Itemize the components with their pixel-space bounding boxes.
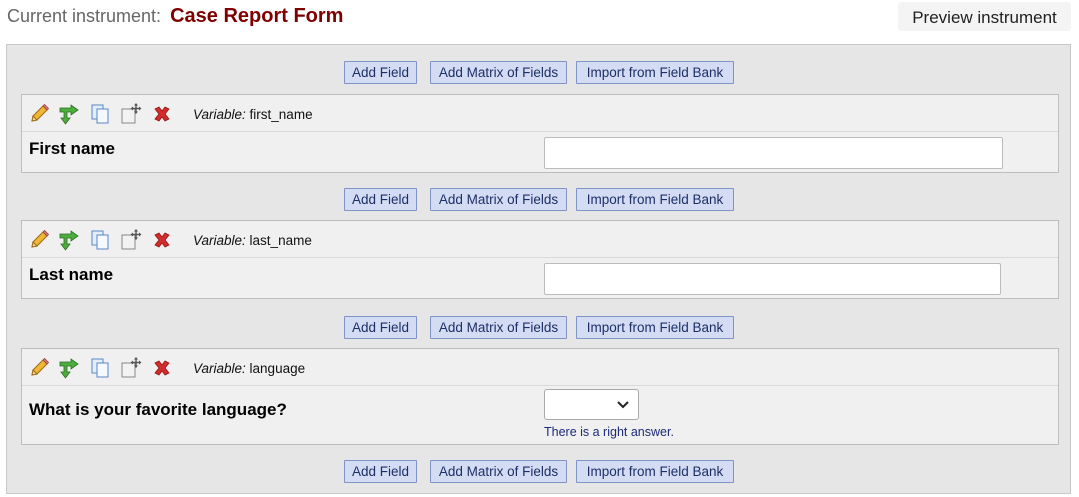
field-label: First name [29, 139, 115, 158]
add-field-bar: Add Field Add Matrix of Fields Import fr… [7, 188, 1070, 212]
field-label: Last name [29, 265, 114, 284]
variable-name: Variable: first_name [193, 107, 313, 122]
delete-x-icon[interactable] [151, 357, 173, 379]
header: Current instrument: Case Report Form Pre… [0, 0, 1079, 34]
field-row: Variable: language What is your favorite… [21, 348, 1059, 445]
import-field-bank-button[interactable]: Import from Field Bank [576, 188, 734, 211]
variable-prefix: Variable: [193, 233, 246, 248]
instrument-name: Case Report Form [170, 5, 344, 27]
variable-value: first_name [249, 107, 313, 122]
variable-name: Variable: last_name [193, 233, 312, 248]
field-toolbar: Variable: language [22, 349, 1058, 386]
copy-icon[interactable] [89, 103, 111, 125]
variable-name: Variable: language [193, 361, 305, 376]
preview-instrument-button[interactable]: Preview instrument [898, 2, 1071, 31]
last-name-input[interactable] [544, 263, 1001, 295]
move-icon[interactable] [120, 103, 142, 125]
branching-arrow-icon[interactable] [58, 103, 80, 125]
chevron-down-icon [617, 401, 629, 409]
language-select[interactable] [544, 389, 639, 420]
branching-arrow-icon[interactable] [58, 357, 80, 379]
field-toolbar: Variable: first_name [22, 95, 1058, 132]
add-field-button[interactable]: Add Field [344, 316, 417, 339]
delete-x-icon[interactable] [151, 103, 173, 125]
copy-icon[interactable] [89, 229, 111, 251]
move-icon[interactable] [120, 229, 142, 251]
import-field-bank-button[interactable]: Import from Field Bank [576, 460, 734, 483]
variable-prefix: Variable: [193, 107, 246, 122]
pencil-icon[interactable] [28, 357, 50, 379]
field-editor-panel: Add Field Add Matrix of Fields Import fr… [6, 44, 1071, 494]
add-matrix-button[interactable]: Add Matrix of Fields [430, 61, 567, 84]
first-name-input[interactable] [544, 137, 1003, 169]
copy-icon[interactable] [89, 357, 111, 379]
field-row: Variable: first_name First name [21, 94, 1059, 173]
field-label: What is your favorite language? [29, 400, 287, 419]
current-instrument-label: Current instrument: Case Report Form [7, 5, 343, 28]
pencil-icon[interactable] [28, 103, 50, 125]
branching-arrow-icon[interactable] [58, 229, 80, 251]
variable-prefix: Variable: [193, 361, 246, 376]
add-matrix-button[interactable]: Add Matrix of Fields [430, 188, 567, 211]
add-field-bar: Add Field Add Matrix of Fields Import fr… [7, 61, 1070, 85]
variable-value: last_name [249, 233, 312, 248]
import-field-bank-button[interactable]: Import from Field Bank [576, 316, 734, 339]
add-field-bar: Add Field Add Matrix of Fields Import fr… [7, 460, 1070, 484]
variable-value: language [249, 361, 306, 376]
field-row: Variable: last_name Last name [21, 220, 1059, 299]
add-field-button[interactable]: Add Field [344, 61, 417, 84]
pencil-icon[interactable] [28, 229, 50, 251]
add-matrix-button[interactable]: Add Matrix of Fields [430, 460, 567, 483]
import-field-bank-button[interactable]: Import from Field Bank [576, 61, 734, 84]
field-note: There is a right answer. [544, 425, 674, 439]
field-toolbar: Variable: last_name [22, 221, 1058, 258]
add-field-button[interactable]: Add Field [344, 460, 417, 483]
delete-x-icon[interactable] [151, 229, 173, 251]
add-field-button[interactable]: Add Field [344, 188, 417, 211]
add-matrix-button[interactable]: Add Matrix of Fields [430, 316, 567, 339]
move-icon[interactable] [120, 357, 142, 379]
add-field-bar: Add Field Add Matrix of Fields Import fr… [7, 316, 1070, 340]
current-instrument-text: Current instrument: [7, 6, 162, 26]
